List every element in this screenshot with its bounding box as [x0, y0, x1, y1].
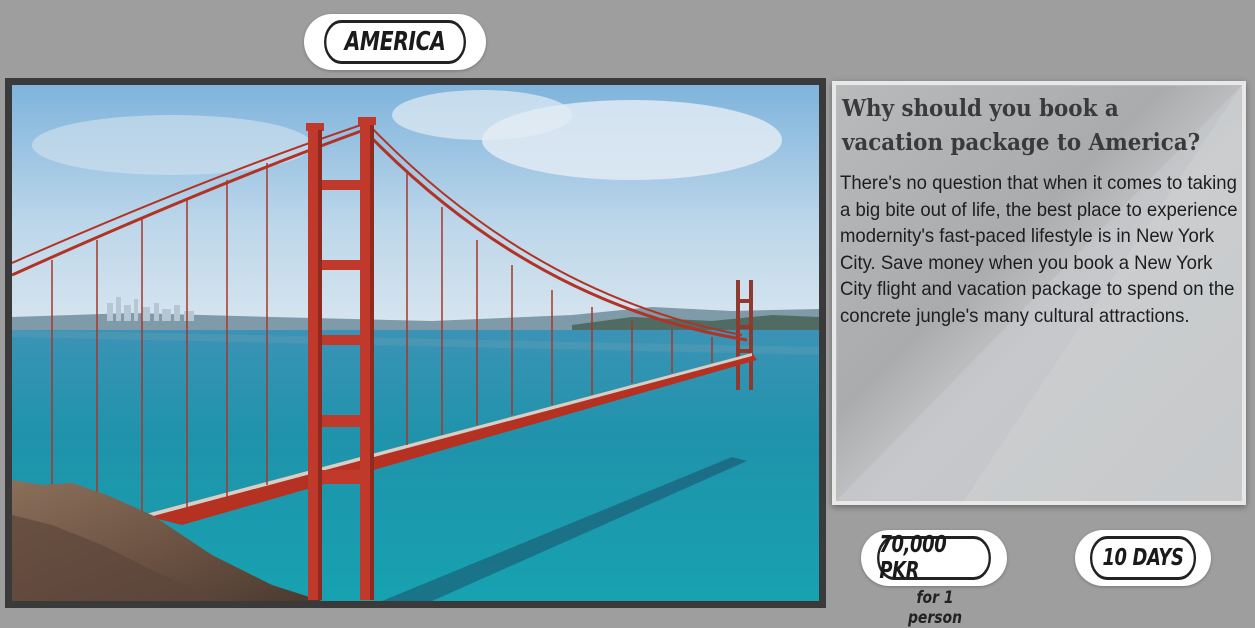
price-note: for 1 person — [907, 588, 963, 628]
destination-title-badge: AMERICA — [304, 14, 486, 70]
price-badge: 70,000 PKR — [861, 530, 1007, 586]
duration-label: 10 DAYS — [1089, 536, 1197, 580]
golden-gate-bridge-photo — [12, 85, 819, 601]
destination-title: AMERICA — [324, 20, 466, 64]
price-amount: 70,000 PKR — [877, 532, 991, 584]
info-heading: Why should you book a vacation package t… — [842, 95, 1201, 156]
destination-photo-frame — [5, 78, 826, 608]
info-body: There's no question that when it comes t… — [840, 172, 1238, 327]
duration-badge: 10 DAYS — [1075, 530, 1211, 586]
info-panel: Why should you book a vacation package t… — [832, 81, 1246, 505]
